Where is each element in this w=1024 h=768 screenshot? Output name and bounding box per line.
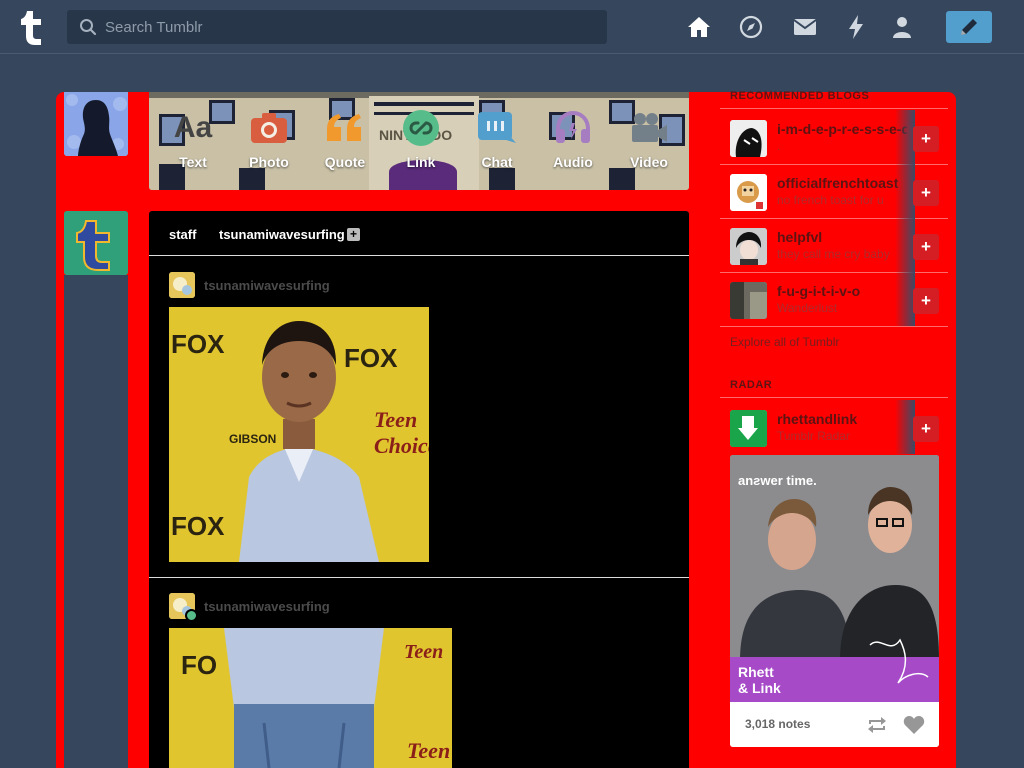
radar-post-card[interactable]: anƨwer time. Rhett & Link 3,018 notes <box>730 455 939 747</box>
blog-avatar <box>730 282 767 319</box>
home-icon[interactable] <box>686 14 712 40</box>
reblog-target-blog[interactable]: tsunamiwavesurfing <box>219 227 345 242</box>
quote-icon <box>325 110 365 146</box>
post-type-text-button[interactable]: Aa Text <box>162 110 224 172</box>
post-avatar[interactable] <box>169 272 195 298</box>
svg-text:FOX: FOX <box>171 329 225 359</box>
follow-button[interactable]: + <box>913 416 939 442</box>
reblog-source-blog[interactable]: staff <box>169 227 196 242</box>
svg-text:Teen: Teen <box>404 641 443 663</box>
radar-title: RADAR <box>730 379 773 391</box>
sidebar-divider <box>720 397 948 398</box>
post-type-bar: NINTENDO Aa Text Photo Quote Link Chat A… <box>149 92 689 190</box>
sidebar-divider <box>720 108 948 109</box>
avatar-column <box>64 275 128 768</box>
recommended-blogs-title: RECOMMENDED BLOGS <box>730 90 870 102</box>
video-icon <box>629 110 669 146</box>
recommended-blog-item[interactable]: helpfvl they call me cry baby + <box>720 218 948 272</box>
search-input[interactable] <box>105 10 595 44</box>
reblog-header: staff tsunamiwavesurfing + <box>149 211 689 256</box>
notes-count[interactable]: 3,018 notes <box>745 717 810 731</box>
link-icon <box>401 110 441 146</box>
headphones-icon <box>553 110 593 146</box>
search-icon <box>80 19 97 36</box>
text-icon: Aa <box>173 111 213 144</box>
recommended-blog-item[interactable]: f-u-g-i-t-i-v-o Wanderlust + <box>720 272 948 326</box>
inbox-icon[interactable] <box>792 14 818 40</box>
svg-text:GIBSON: GIBSON <box>229 432 276 446</box>
post-blog-name[interactable]: tsunamiwavesurfing <box>204 599 330 614</box>
camera-icon <box>249 110 289 146</box>
radar-post-image[interactable]: anƨwer time. Rhett & Link <box>730 455 939 702</box>
dashboard-panel: staff tsunamiwavesurfing + tsunamiwavesu… <box>149 211 689 768</box>
reblog-icon[interactable] <box>866 716 888 734</box>
blog-avatar <box>730 174 767 211</box>
recommended-blog-item[interactable]: officialfrenchtoast no french toast for … <box>720 164 948 218</box>
svg-text:FOX: FOX <box>344 343 398 373</box>
radar-caption-line1: Rhett <box>738 664 774 680</box>
top-navigation-bar <box>0 0 1024 54</box>
post-type-video-button[interactable]: Video <box>618 110 680 172</box>
follow-button[interactable]: + <box>913 234 939 260</box>
tumblr-logo-icon[interactable] <box>18 8 48 46</box>
staff-avatar[interactable] <box>64 211 128 275</box>
reblog-badge-icon <box>185 609 198 622</box>
user-avatar[interactable] <box>64 92 128 156</box>
account-icon[interactable] <box>889 14 915 40</box>
blog-avatar <box>730 120 767 157</box>
blog-avatar <box>730 228 767 265</box>
blog-avatar <box>730 410 767 447</box>
follow-button[interactable]: + <box>913 288 939 314</box>
radar-caption-line2: & Link <box>738 680 781 696</box>
compose-button[interactable] <box>946 11 992 43</box>
chat-icon <box>477 110 517 146</box>
post-type-quote-button[interactable]: Quote <box>314 110 376 172</box>
like-icon[interactable] <box>903 715 925 735</box>
svg-text:Teen: Teen <box>374 407 417 432</box>
recommended-blog-item[interactable]: i-m-d-e-p-r-e-s-s-e-d . + <box>720 110 948 164</box>
post-type-chat-button[interactable]: Chat <box>466 110 528 172</box>
activity-icon[interactable] <box>843 14 869 40</box>
follow-button[interactable]: + <box>913 180 939 206</box>
post-type-audio-button[interactable]: Audio <box>542 110 604 172</box>
post-blog-name[interactable]: tsunamiwavesurfing <box>204 278 330 293</box>
post-divider <box>149 577 689 578</box>
sidebar-divider <box>720 326 948 327</box>
radar-post-footer: 3,018 notes <box>730 702 939 747</box>
radar-blog-item[interactable]: rhettandlink Tumblr Radar + <box>720 400 948 454</box>
post-type-link-button[interactable]: Link <box>390 110 452 172</box>
explore-link[interactable]: Explore all of Tumblr <box>730 335 839 349</box>
pencil-icon <box>961 19 977 35</box>
svg-text:FO: FO <box>181 650 217 680</box>
search-box[interactable] <box>67 10 607 44</box>
follow-plus-icon[interactable]: + <box>347 228 360 241</box>
post-photo[interactable]: FOX FOX FOX TeenChoice GIBSON <box>169 307 429 562</box>
post-type-photo-button[interactable]: Photo <box>238 110 300 172</box>
svg-text:FOX: FOX <box>171 511 225 541</box>
post-photo[interactable]: FO Teen Teen <box>169 628 452 768</box>
svg-text:Choice: Choice <box>374 433 429 458</box>
radar-banner-text: anƨwer time. <box>738 473 817 488</box>
svg-text:Teen: Teen <box>407 738 450 763</box>
explore-icon[interactable] <box>738 14 764 40</box>
follow-button[interactable]: + <box>913 126 939 152</box>
